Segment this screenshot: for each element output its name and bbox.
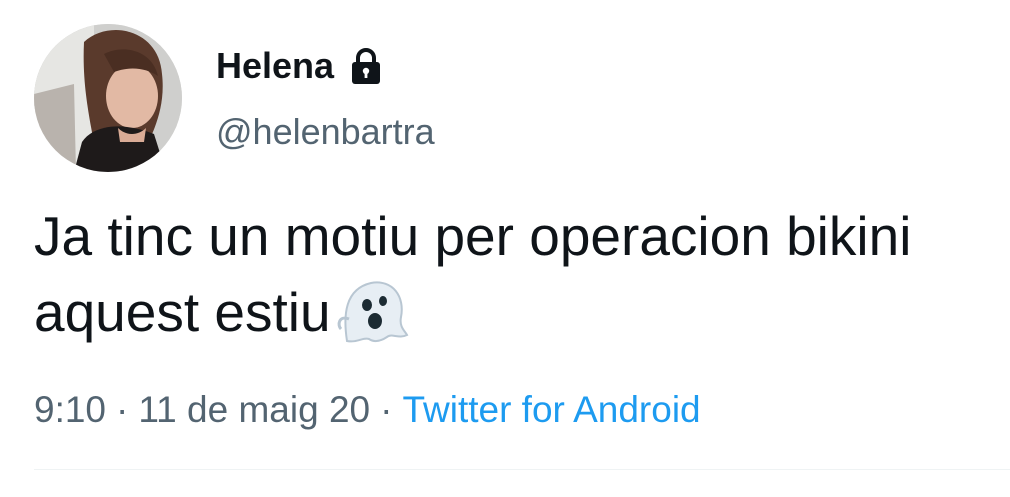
tweet-meta: 9:10 · 11 de maig 20 · Twitter for Android bbox=[34, 386, 701, 434]
avatar-photo bbox=[34, 24, 182, 172]
display-name[interactable]: Helena bbox=[216, 42, 334, 90]
tweet-date[interactable]: 11 de maig 20 bbox=[138, 389, 370, 430]
tweet-time[interactable]: 9:10 bbox=[34, 389, 106, 430]
divider bbox=[34, 469, 1010, 470]
tweet-text: Ja tinc un motiu per operacion bikini aq… bbox=[34, 198, 984, 350]
user-handle[interactable]: @helenbartra bbox=[216, 108, 435, 156]
display-name-row[interactable]: Helena bbox=[216, 42, 386, 90]
ghost-icon bbox=[331, 275, 409, 345]
avatar[interactable] bbox=[34, 24, 182, 172]
meta-separator: · bbox=[116, 389, 129, 430]
tweet-body: Ja tinc un motiu per operacion bikini aq… bbox=[34, 205, 912, 343]
tweet-source-link[interactable]: Twitter for Android bbox=[402, 389, 700, 430]
meta-separator: · bbox=[380, 389, 393, 430]
lock-icon bbox=[346, 46, 386, 86]
tweet-card: Helena @helenbartra Ja tinc un motiu per… bbox=[0, 0, 1010, 497]
